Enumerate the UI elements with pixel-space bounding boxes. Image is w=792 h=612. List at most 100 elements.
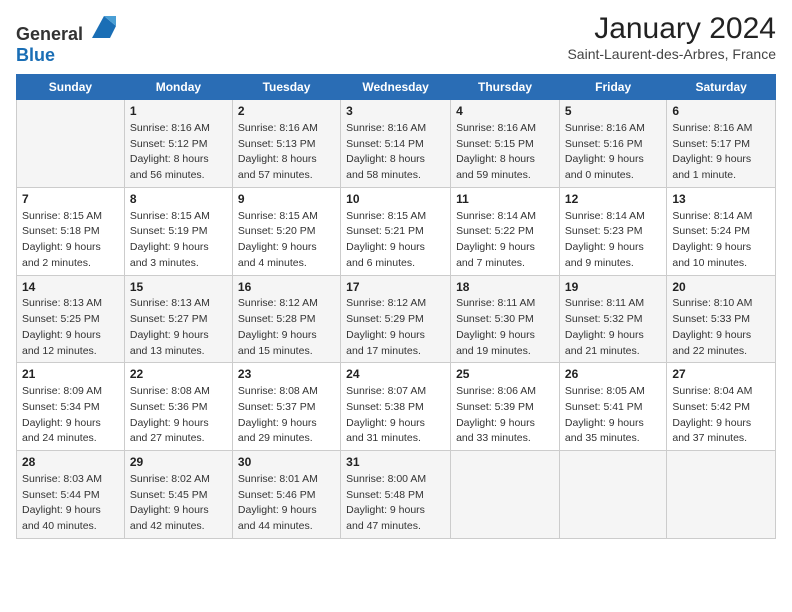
day-info: Sunrise: 8:08 AMSunset: 5:37 PMDaylight:…	[238, 385, 318, 444]
location-title: Saint-Laurent-des-Arbres, France	[567, 46, 776, 62]
day-info: Sunrise: 8:06 AMSunset: 5:39 PMDaylight:…	[456, 385, 536, 444]
page-container: General Blue January 2024 Saint-Laurent-…	[0, 0, 792, 612]
day-info: Sunrise: 8:01 AMSunset: 5:46 PMDaylight:…	[238, 473, 318, 532]
day-cell: 14Sunrise: 8:13 AMSunset: 5:25 PMDayligh…	[17, 275, 125, 363]
day-info: Sunrise: 8:15 AMSunset: 5:20 PMDaylight:…	[238, 210, 318, 269]
day-cell: 3Sunrise: 8:16 AMSunset: 5:14 PMDaylight…	[341, 100, 451, 188]
day-info: Sunrise: 8:02 AMSunset: 5:45 PMDaylight:…	[130, 473, 210, 532]
day-number: 31	[346, 454, 445, 471]
day-info: Sunrise: 8:05 AMSunset: 5:41 PMDaylight:…	[565, 385, 645, 444]
col-friday: Friday	[559, 75, 666, 100]
day-cell: 13 Sunrise: 8:14 AMSunset: 5:24 PMDayligh…	[667, 187, 776, 275]
day-cell	[451, 451, 560, 539]
day-info: Sunrise: 8:13 AMSunset: 5:25 PMDaylight:…	[22, 297, 102, 356]
day-number: 1	[130, 103, 227, 120]
day-cell: 23 Sunrise: 8:08 AMSunset: 5:37 PMDayligh…	[232, 363, 340, 451]
day-info: Sunrise: 8:04 AMSunset: 5:42 PMDaylight:…	[672, 385, 752, 444]
day-cell: 18Sunrise: 8:11 AMSunset: 5:30 PMDayligh…	[451, 275, 560, 363]
day-cell: 9Sunrise: 8:15 AMSunset: 5:20 PMDaylight…	[232, 187, 340, 275]
day-number: 26	[565, 366, 661, 383]
day-cell	[667, 451, 776, 539]
day-cell: 6 Sunrise: 8:16 AMSunset: 5:17 PMDaylight…	[667, 100, 776, 188]
week-row-3: 14Sunrise: 8:13 AMSunset: 5:25 PMDayligh…	[17, 275, 776, 363]
day-info: Sunrise: 8:11 AMSunset: 5:32 PMDaylight:…	[565, 297, 644, 356]
day-number: 29	[130, 454, 227, 471]
day-cell: 7 Sunrise: 8:15 AMSunset: 5:18 PMDaylight…	[17, 187, 125, 275]
day-number: 16	[238, 279, 335, 296]
day-number: 12	[565, 191, 661, 208]
week-row-4: 21 Sunrise: 8:09 AMSunset: 5:34 PMDayligh…	[17, 363, 776, 451]
day-info: Sunrise: 8:11 AMSunset: 5:30 PMDaylight:…	[456, 297, 535, 356]
col-saturday: Saturday	[667, 75, 776, 100]
day-cell: 12 Sunrise: 8:14 AMSunset: 5:23 PMDayligh…	[559, 187, 666, 275]
header-row: Sunday Monday Tuesday Wednesday Thursday…	[17, 75, 776, 100]
day-cell	[559, 451, 666, 539]
day-info: Sunrise: 8:16 AMSunset: 5:12 PMDaylight:…	[130, 122, 210, 181]
day-cell: 30Sunrise: 8:01 AMSunset: 5:46 PMDayligh…	[232, 451, 340, 539]
day-info: Sunrise: 8:16 AMSunset: 5:15 PMDaylight:…	[456, 122, 536, 181]
day-number: 20	[672, 279, 770, 296]
day-cell: 10Sunrise: 8:15 AMSunset: 5:21 PMDayligh…	[341, 187, 451, 275]
day-cell: 20Sunrise: 8:10 AMSunset: 5:33 PMDayligh…	[667, 275, 776, 363]
day-cell: 2 Sunrise: 8:16 AMSunset: 5:13 PMDaylight…	[232, 100, 340, 188]
calendar-table: Sunday Monday Tuesday Wednesday Thursday…	[16, 74, 776, 539]
day-cell: 1 Sunrise: 8:16 AMSunset: 5:12 PMDaylight…	[124, 100, 232, 188]
calendar-body: 1 Sunrise: 8:16 AMSunset: 5:12 PMDaylight…	[17, 100, 776, 539]
day-info: Sunrise: 8:16 AMSunset: 5:14 PMDaylight:…	[346, 122, 426, 181]
day-number: 23	[238, 366, 335, 383]
day-info: Sunrise: 8:12 AMSunset: 5:28 PMDaylight:…	[238, 297, 318, 356]
day-number: 25	[456, 366, 554, 383]
col-tuesday: Tuesday	[232, 75, 340, 100]
day-number: 8	[130, 191, 227, 208]
day-cell: 25 Sunrise: 8:06 AMSunset: 5:39 PMDayligh…	[451, 363, 560, 451]
logo-blue: Blue	[16, 45, 55, 65]
day-info: Sunrise: 8:16 AMSunset: 5:13 PMDaylight:…	[238, 122, 318, 181]
day-info: Sunrise: 8:08 AMSunset: 5:36 PMDaylight:…	[130, 385, 210, 444]
day-info: Sunrise: 8:09 AMSunset: 5:34 PMDaylight:…	[22, 385, 102, 444]
week-row-1: 1 Sunrise: 8:16 AMSunset: 5:12 PMDaylight…	[17, 100, 776, 188]
day-info: Sunrise: 8:16 AMSunset: 5:16 PMDaylight:…	[565, 122, 645, 181]
day-number: 5	[565, 103, 661, 120]
header: General Blue January 2024 Saint-Laurent-…	[16, 12, 776, 66]
title-area: January 2024 Saint-Laurent-des-Arbres, F…	[567, 12, 776, 62]
day-number: 15	[130, 279, 227, 296]
logo-icon	[90, 12, 118, 40]
day-info: Sunrise: 8:07 AMSunset: 5:38 PMDaylight:…	[346, 385, 426, 444]
day-cell: 17Sunrise: 8:12 AMSunset: 5:29 PMDayligh…	[341, 275, 451, 363]
day-number: 7	[22, 191, 119, 208]
day-cell: 24Sunrise: 8:07 AMSunset: 5:38 PMDayligh…	[341, 363, 451, 451]
logo: General Blue	[16, 12, 118, 66]
day-info: Sunrise: 8:00 AMSunset: 5:48 PMDaylight:…	[346, 473, 426, 532]
day-number: 11	[456, 191, 554, 208]
day-info: Sunrise: 8:03 AMSunset: 5:44 PMDaylight:…	[22, 473, 102, 532]
day-number: 21	[22, 366, 119, 383]
day-cell: 15Sunrise: 8:13 AMSunset: 5:27 PMDayligh…	[124, 275, 232, 363]
day-cell: 26 Sunrise: 8:05 AMSunset: 5:41 PMDayligh…	[559, 363, 666, 451]
day-number: 2	[238, 103, 335, 120]
day-cell: 8 Sunrise: 8:15 AMSunset: 5:19 PMDaylight…	[124, 187, 232, 275]
day-number: 19	[565, 279, 661, 296]
day-info: Sunrise: 8:12 AMSunset: 5:29 PMDaylight:…	[346, 297, 426, 356]
day-cell: 4 Sunrise: 8:16 AMSunset: 5:15 PMDaylight…	[451, 100, 560, 188]
day-number: 6	[672, 103, 770, 120]
day-info: Sunrise: 8:14 AMSunset: 5:24 PMDaylight:…	[672, 210, 752, 269]
day-info: Sunrise: 8:16 AMSunset: 5:17 PMDaylight:…	[672, 122, 752, 181]
day-number: 13	[672, 191, 770, 208]
day-info: Sunrise: 8:15 AMSunset: 5:19 PMDaylight:…	[130, 210, 210, 269]
day-cell	[17, 100, 125, 188]
day-info: Sunrise: 8:15 AMSunset: 5:18 PMDaylight:…	[22, 210, 102, 269]
day-number: 14	[22, 279, 119, 296]
day-info: Sunrise: 8:14 AMSunset: 5:23 PMDaylight:…	[565, 210, 645, 269]
day-cell: 5 Sunrise: 8:16 AMSunset: 5:16 PMDaylight…	[559, 100, 666, 188]
day-cell: 28 Sunrise: 8:03 AMSunset: 5:44 PMDayligh…	[17, 451, 125, 539]
month-title: January 2024	[567, 12, 776, 46]
col-wednesday: Wednesday	[341, 75, 451, 100]
day-cell: 31 Sunrise: 8:00 AMSunset: 5:48 PMDayligh…	[341, 451, 451, 539]
week-row-5: 28 Sunrise: 8:03 AMSunset: 5:44 PMDayligh…	[17, 451, 776, 539]
day-number: 28	[22, 454, 119, 471]
day-cell: 11 Sunrise: 8:14 AMSunset: 5:22 PMDayligh…	[451, 187, 560, 275]
day-number: 4	[456, 103, 554, 120]
day-info: Sunrise: 8:14 AMSunset: 5:22 PMDaylight:…	[456, 210, 536, 269]
day-number: 17	[346, 279, 445, 296]
col-sunday: Sunday	[17, 75, 125, 100]
